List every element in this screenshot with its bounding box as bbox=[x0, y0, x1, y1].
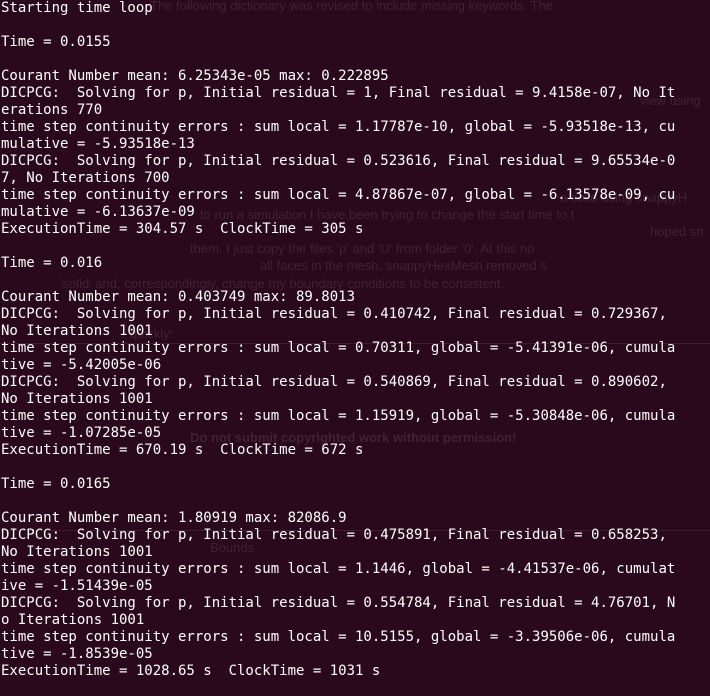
terminal-line: DICPCG: Solving for p, Initial residual … bbox=[1, 374, 667, 390]
terminal-line: erations 770 bbox=[1, 102, 103, 118]
terminal-line: time step continuity errors : sum local … bbox=[1, 629, 676, 645]
terminal-line: tive = -1.8539e-05 bbox=[1, 646, 153, 662]
terminal-output[interactable]: Starting time loop Time = 0.0155 Courant N… bbox=[0, 0, 675, 680]
terminal-line: Time = 0.0155 bbox=[1, 34, 111, 50]
terminal-line: Starting time loop bbox=[1, 0, 153, 16]
terminal-line: 7, No Iterations 700 bbox=[1, 170, 170, 186]
terminal-line: time step continuity errors : sum local … bbox=[1, 119, 676, 135]
terminal-line: ExecutionTime = 1028.65 s ClockTime = 10… bbox=[1, 663, 381, 679]
terminal-line: DICPCG: Solving for p, Initial residual … bbox=[1, 306, 667, 322]
terminal-line: DICPCG: Solving for p, Initial residual … bbox=[1, 595, 676, 611]
terminal-line: No Iterations 1001 bbox=[1, 323, 153, 339]
terminal-line: Time = 0.016 bbox=[1, 255, 103, 271]
terminal-line: mulative = -6.13637e-09 bbox=[1, 204, 195, 220]
terminal-line: No Iterations 1001 bbox=[1, 544, 153, 560]
terminal-window[interactable]: The following dictionary was revised to … bbox=[0, 0, 710, 696]
terminal-line: time step continuity errors : sum local … bbox=[1, 408, 676, 424]
terminal-line: No Iterations 1001 bbox=[1, 391, 153, 407]
terminal-line: Courant Number mean: 6.25343e-05 max: 0.… bbox=[1, 68, 389, 84]
terminal-line: time step continuity errors : sum local … bbox=[1, 187, 676, 203]
terminal-line: Courant Number mean: 1.80919 max: 82086.… bbox=[1, 510, 347, 526]
terminal-line: time step continuity errors : sum local … bbox=[1, 340, 676, 356]
terminal-line: ive = -1.51439e-05 bbox=[1, 578, 153, 594]
terminal-line: Time = 0.0165 bbox=[1, 476, 111, 492]
terminal-line: DICPCG: Solving for p, Initial residual … bbox=[1, 153, 676, 169]
terminal-line: DICPCG: Solving for p, Initial residual … bbox=[1, 85, 676, 101]
terminal-line: Courant Number mean: 0.403749 max: 89.80… bbox=[1, 289, 356, 305]
terminal-line: time step continuity errors : sum local … bbox=[1, 561, 676, 577]
terminal-line: DICPCG: Solving for p, Initial residual … bbox=[1, 527, 667, 543]
terminal-line: tive = -5.42005e-06 bbox=[1, 357, 162, 373]
terminal-line: tive = -1.07285e-05 bbox=[1, 425, 162, 441]
terminal-line: mulative = -5.93518e-13 bbox=[1, 136, 195, 152]
terminal-line: o Iterations 1001 bbox=[1, 612, 145, 628]
terminal-line: ExecutionTime = 670.19 s ClockTime = 672… bbox=[1, 442, 364, 458]
terminal-line: ExecutionTime = 304.57 s ClockTime = 305… bbox=[1, 221, 364, 237]
